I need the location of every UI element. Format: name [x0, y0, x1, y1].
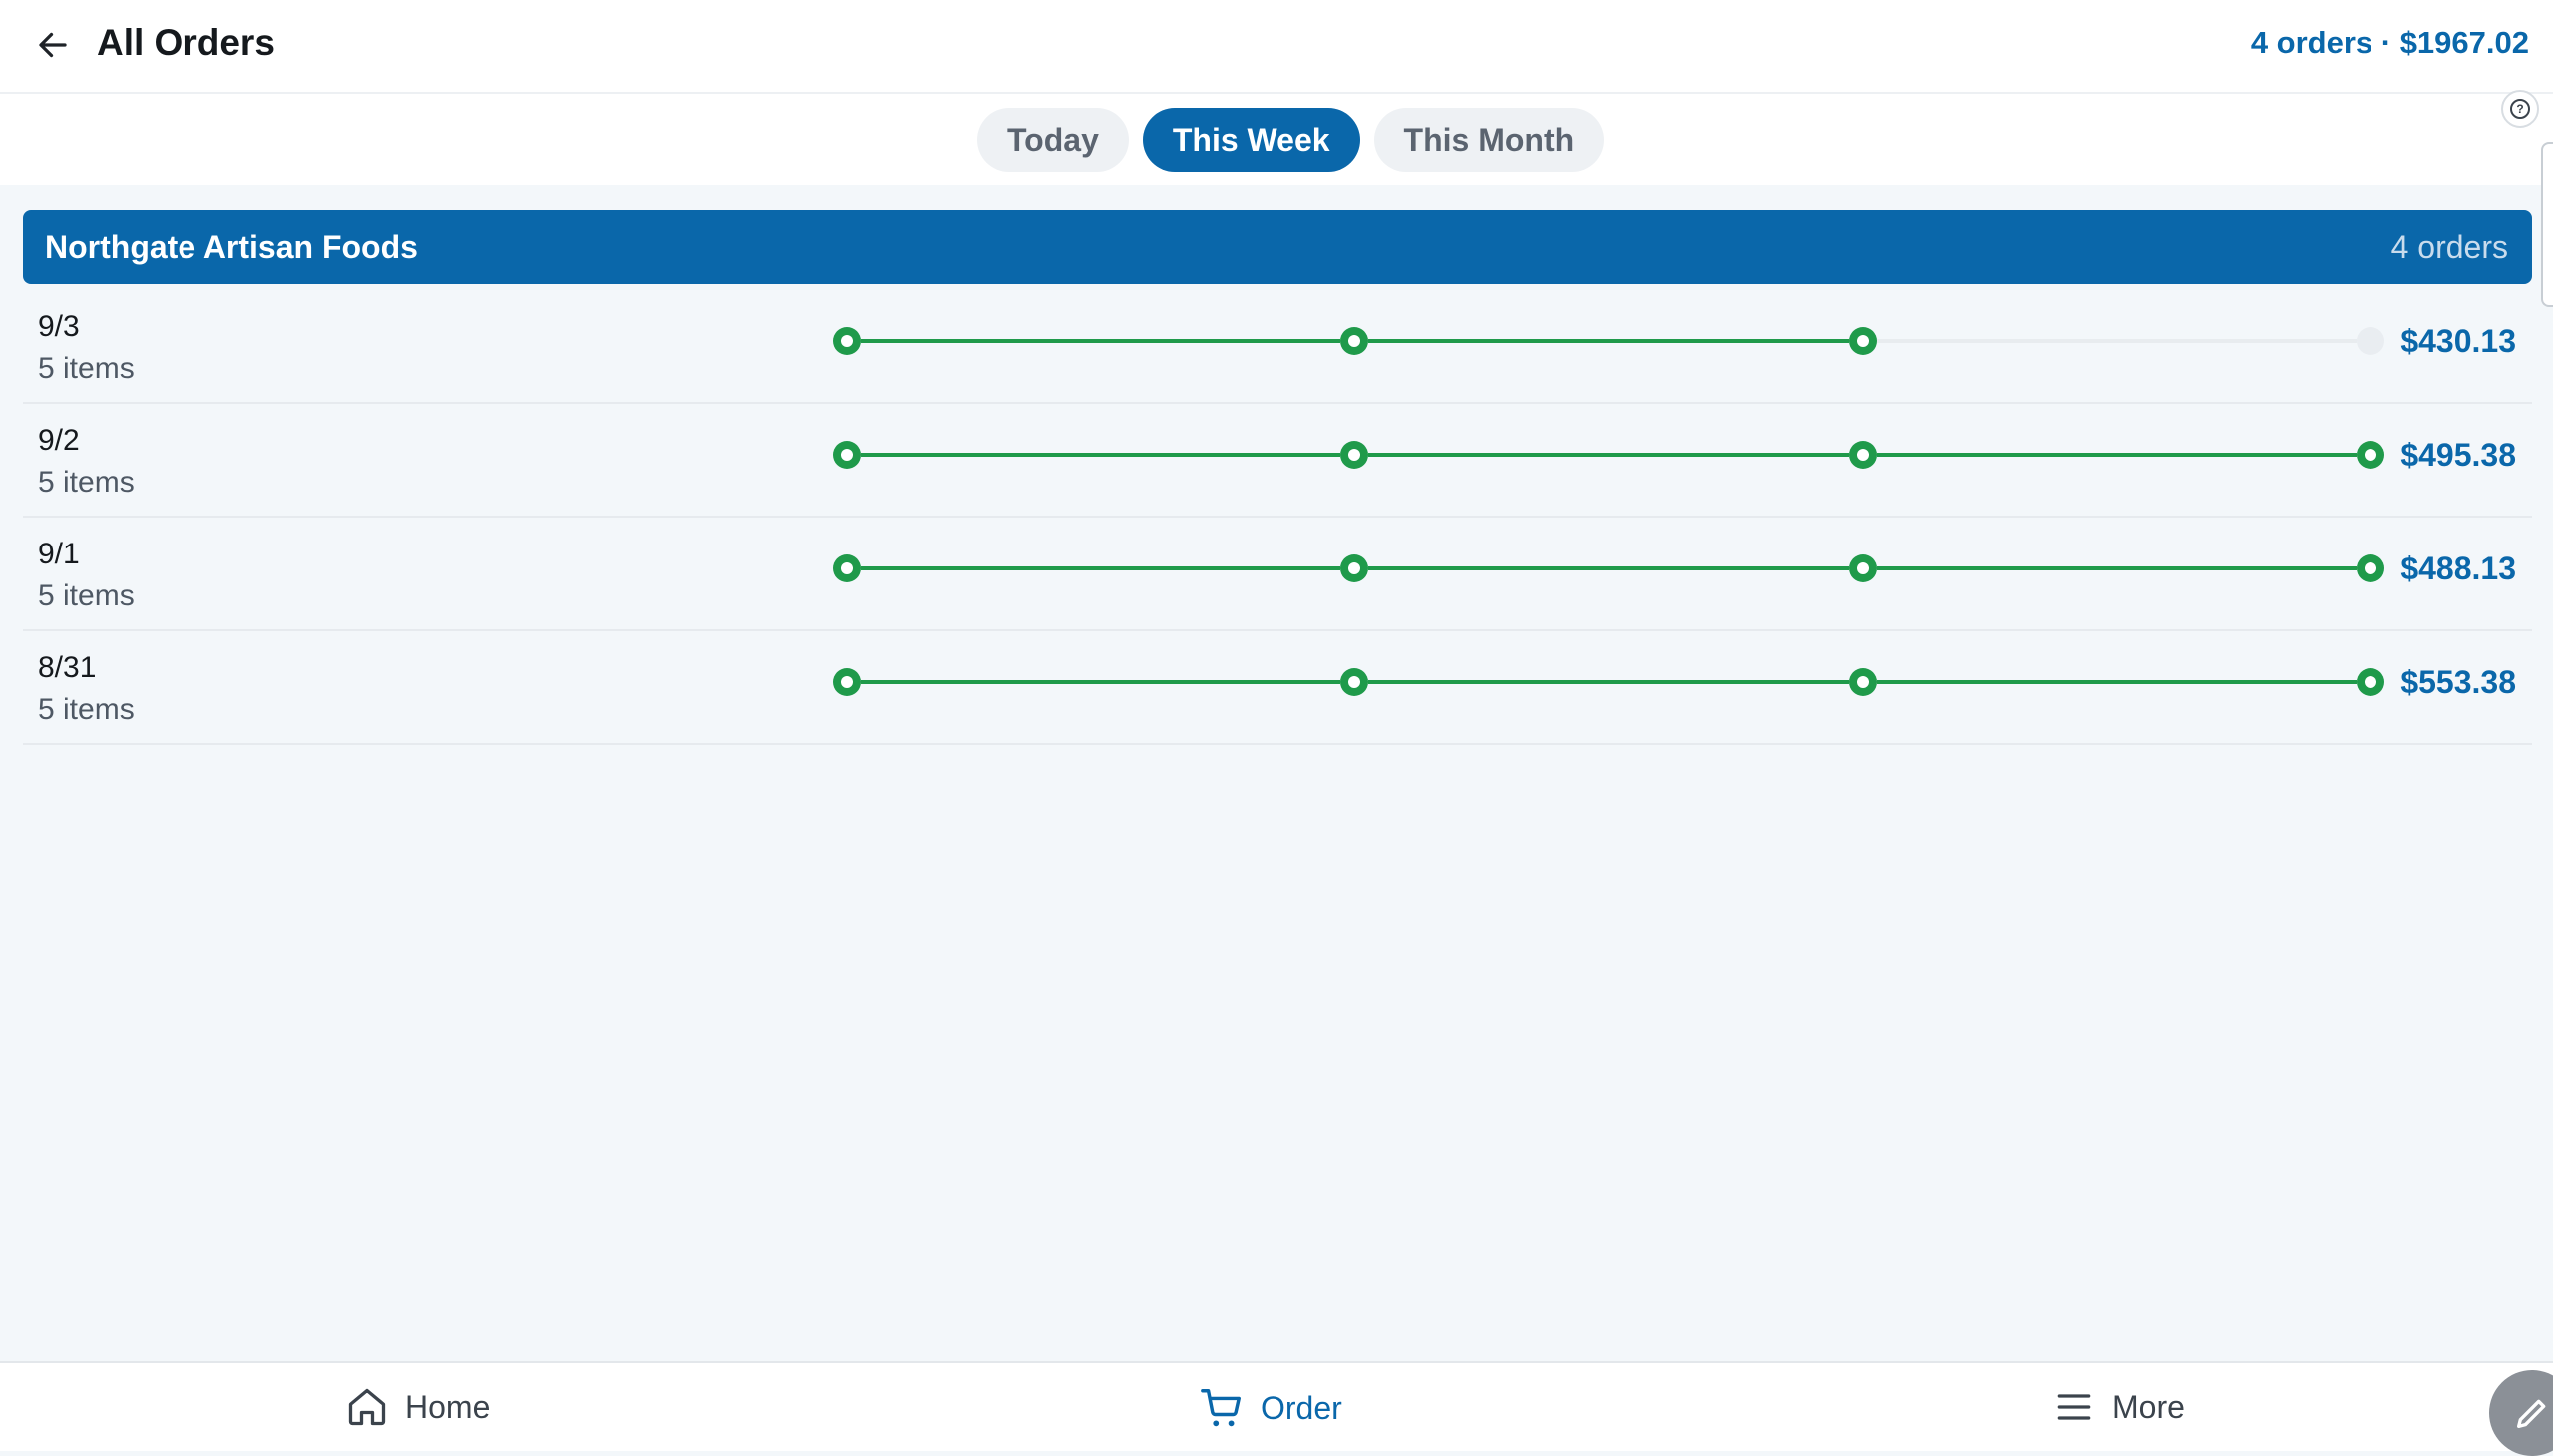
- progress-step-complete: [1848, 327, 1877, 355]
- progress-connector: [861, 680, 1341, 684]
- help-icon: ?: [2510, 99, 2530, 119]
- progress-connector: [1368, 680, 1849, 684]
- progress-step-complete: [1848, 668, 1877, 696]
- progress-connector: [1876, 339, 2357, 343]
- home-icon: [348, 1388, 386, 1426]
- progress-step-complete: [1340, 554, 1369, 582]
- order-amount: $488.13: [2400, 550, 2516, 586]
- cart-icon: [1201, 1389, 1241, 1427]
- menu-icon: [2057, 1394, 2091, 1420]
- order-progress-track: [833, 440, 2384, 470]
- page-title: All Orders: [97, 22, 275, 63]
- nav-order-label: Order: [1261, 1390, 1342, 1426]
- filter-tabs: Today This Week This Month: [977, 108, 1605, 172]
- nav-more-label: More: [2112, 1389, 2185, 1425]
- vendor-order-count: 4 orders: [2390, 229, 2508, 265]
- tab-today[interactable]: Today: [977, 108, 1129, 172]
- order-amount: $553.38: [2400, 664, 2516, 700]
- vendor-name: Northgate Artisan Foods: [45, 229, 418, 265]
- progress-connector: [1368, 566, 1849, 570]
- progress-connector: [1876, 566, 2357, 570]
- progress-connector: [861, 453, 1341, 457]
- help-button[interactable]: ?: [2501, 90, 2539, 128]
- progress-connector: [861, 339, 1341, 343]
- progress-step-pending: [2357, 327, 2384, 355]
- order-item-count: 5 items: [38, 466, 135, 499]
- order-progress-track: [833, 553, 2384, 583]
- order-item-count: 5 items: [38, 693, 135, 726]
- app-header: All Orders 4 orders · $1967.02: [0, 0, 2553, 94]
- order-amount: $495.38: [2400, 437, 2516, 473]
- progress-step-complete: [833, 441, 861, 469]
- progress-step-complete: [2357, 441, 2384, 469]
- orders-summary: 4 orders · $1967.02: [2250, 25, 2529, 60]
- order-date: 9/1: [38, 538, 80, 570]
- order-date: 9/2: [38, 424, 80, 457]
- progress-step-complete: [1340, 441, 1369, 469]
- progress-step-complete: [1848, 441, 1877, 469]
- order-date: 9/3: [38, 310, 80, 343]
- tab-this-month[interactable]: This Month: [1373, 108, 1605, 172]
- progress-step-complete: [833, 668, 861, 696]
- order-item-count: 5 items: [38, 352, 135, 385]
- progress-step-complete: [2357, 668, 2384, 696]
- pencil-icon: [2517, 1399, 2546, 1428]
- nav-home[interactable]: Home: [345, 1385, 490, 1429]
- order-progress-track: [833, 326, 2384, 356]
- order-amount: $430.13: [2400, 323, 2516, 359]
- progress-step-complete: [1848, 554, 1877, 582]
- arrow-left-icon: [39, 32, 67, 58]
- order-progress-track: [833, 667, 2384, 697]
- nav-home-label: Home: [405, 1389, 491, 1425]
- tab-this-week[interactable]: This Week: [1142, 108, 1360, 172]
- progress-step-complete: [833, 554, 861, 582]
- order-item-count: 5 items: [38, 579, 135, 612]
- nav-order[interactable]: Order: [1199, 1385, 1342, 1431]
- order-list: 9/3 5 items $430.13 9/2 5 items $495.38 …: [23, 290, 2532, 745]
- date-filter-bar: Today This Week This Month: [0, 94, 2553, 185]
- vendor-group-header[interactable]: Northgate Artisan Foods 4 orders: [23, 210, 2532, 284]
- bottom-navigation: Home Order More: [0, 1361, 2553, 1451]
- progress-step-complete: [2357, 554, 2384, 582]
- progress-step-complete: [1340, 668, 1369, 696]
- progress-connector: [861, 566, 1341, 570]
- progress-step-complete: [1340, 327, 1369, 355]
- order-row[interactable]: 9/1 5 items $488.13: [23, 518, 2532, 631]
- side-drawer-handle[interactable]: [2541, 142, 2553, 307]
- nav-more[interactable]: More: [2052, 1385, 2185, 1429]
- progress-connector: [1876, 453, 2357, 457]
- progress-connector: [1876, 680, 2357, 684]
- progress-connector: [1368, 453, 1849, 457]
- back-button[interactable]: [28, 20, 78, 70]
- order-row[interactable]: 9/2 5 items $495.38: [23, 404, 2532, 518]
- order-row[interactable]: 9/3 5 items $430.13: [23, 290, 2532, 404]
- order-row[interactable]: 8/31 5 items $553.38: [23, 631, 2532, 745]
- progress-connector: [1368, 339, 1849, 343]
- order-date: 8/31: [38, 651, 97, 684]
- progress-step-complete: [833, 327, 861, 355]
